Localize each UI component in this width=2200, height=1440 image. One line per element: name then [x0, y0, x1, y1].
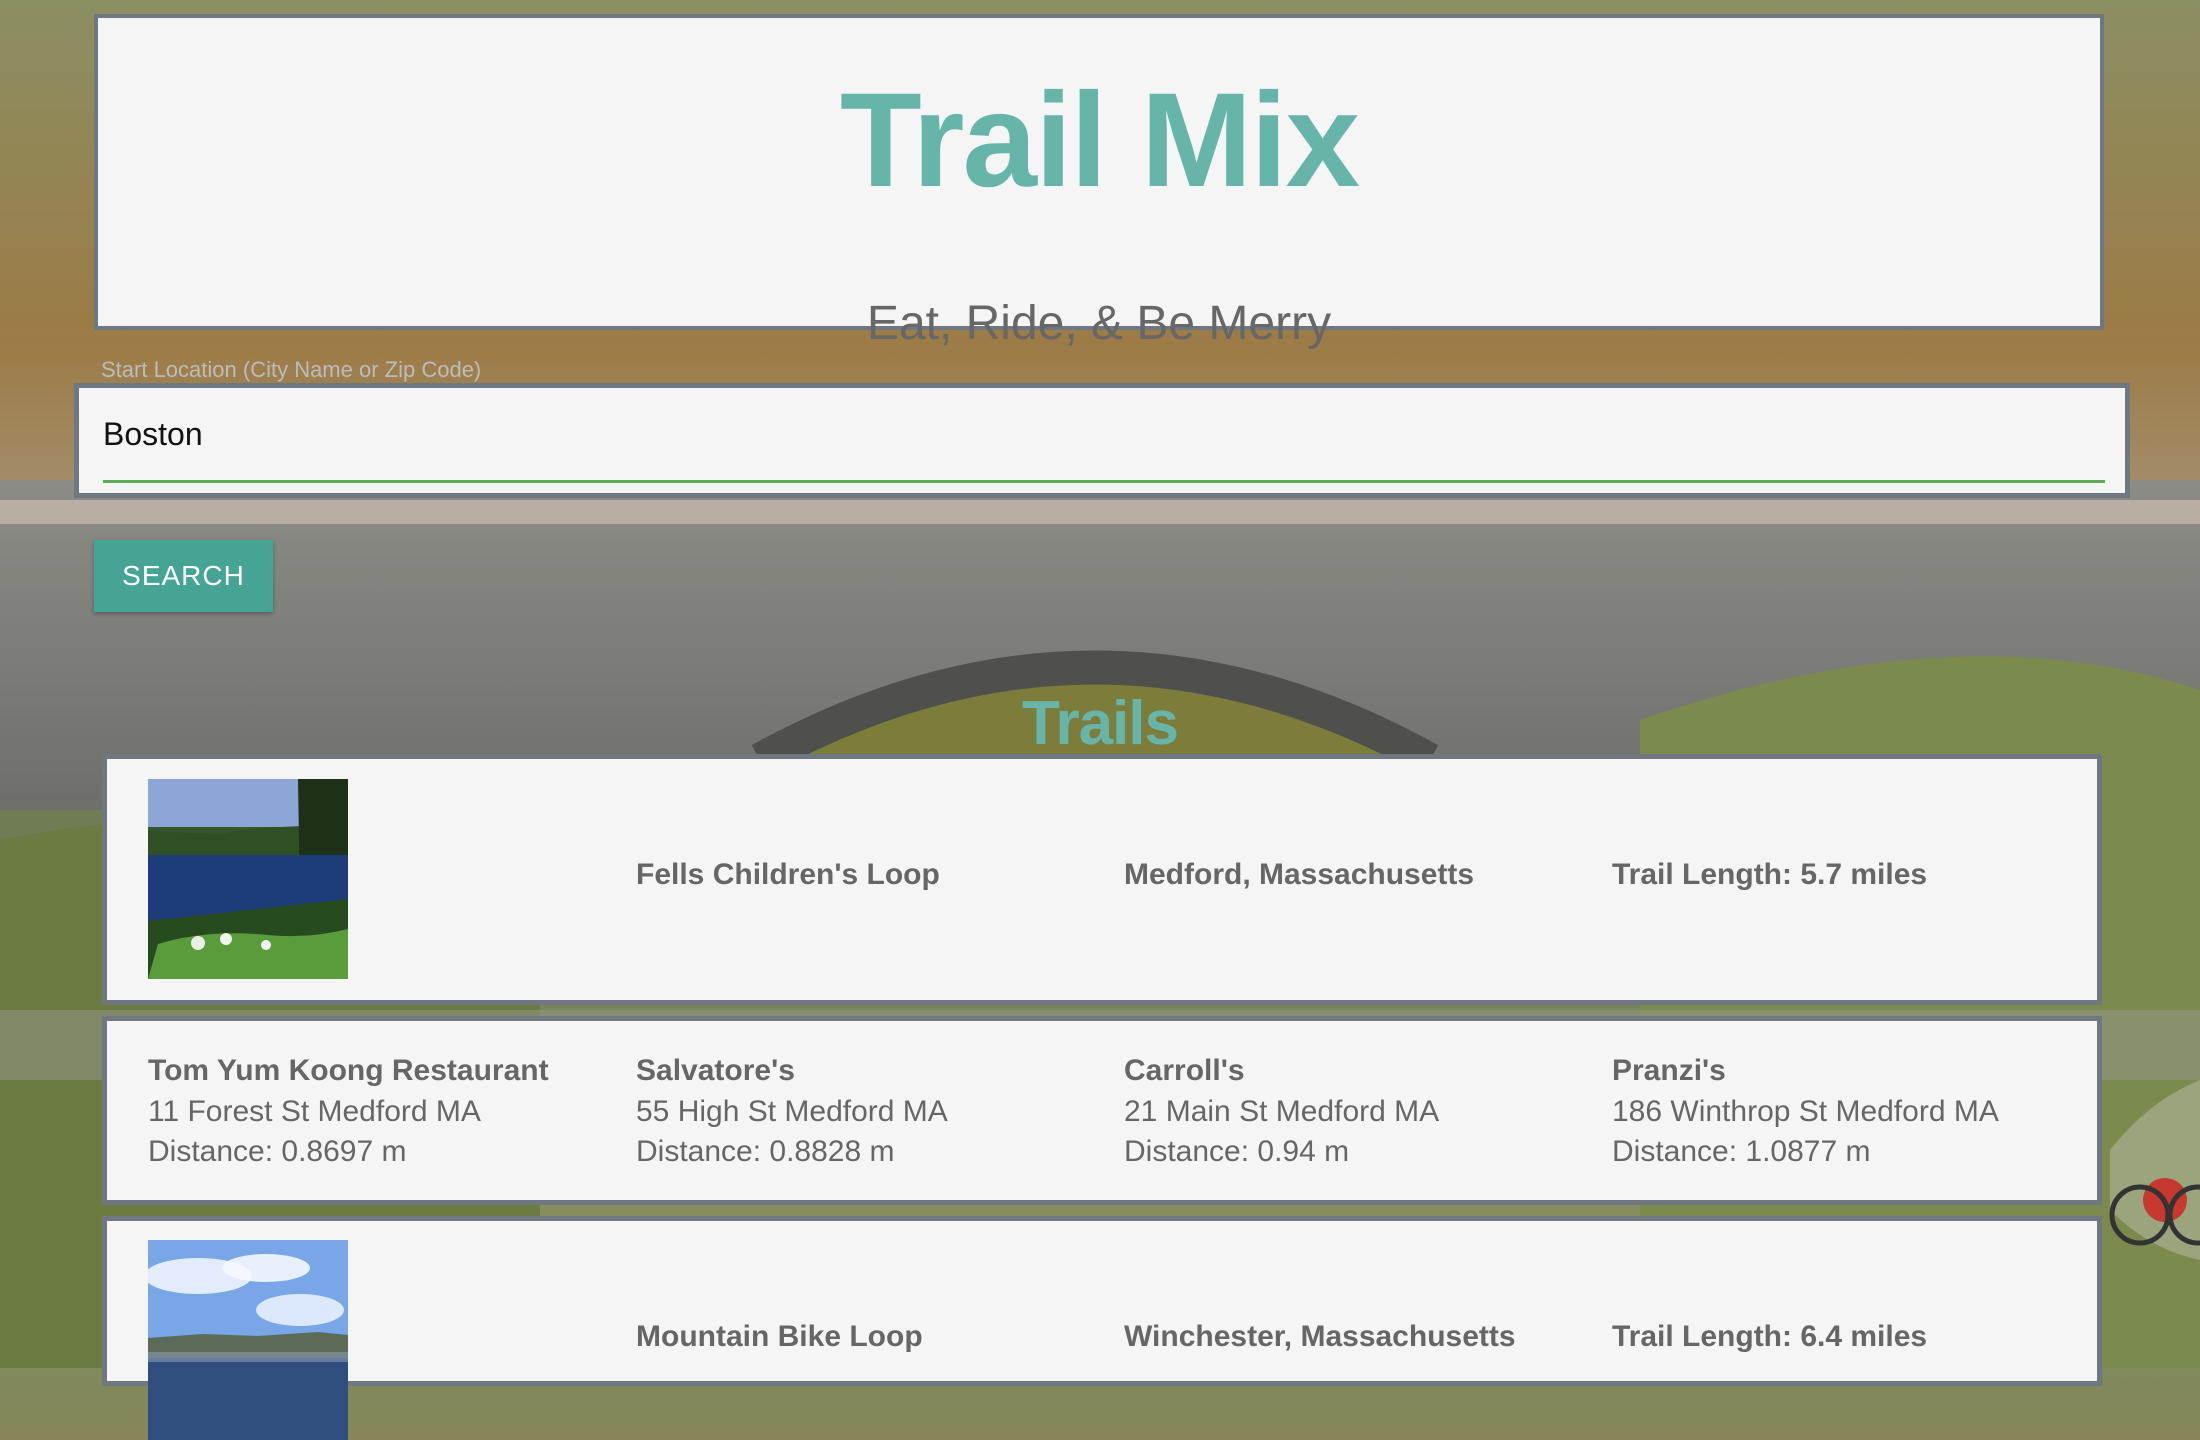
trails-section-title: Trails — [1022, 689, 1179, 759]
restaurant-name: Pranzi's — [1612, 1054, 1726, 1087]
trail-name: Fells Children's Loop — [636, 858, 940, 891]
trail-name: Mountain Bike Loop — [636, 1320, 923, 1353]
trail-card[interactable]: Fells Children's Loop Medford, Massachus… — [102, 754, 2102, 1005]
trail-photo — [148, 779, 348, 979]
restaurant-distance: Distance: 0.94 m — [1124, 1135, 1350, 1168]
restaurant-name: Tom Yum Koong Restaurant — [148, 1054, 549, 1087]
restaurant-address: 21 Main St Medford MA — [1124, 1094, 1440, 1128]
trail-location: Medford, Massachusetts — [1124, 858, 1475, 891]
restaurant-address: 55 High St Medford MA — [636, 1094, 948, 1128]
restaurant-list: Tom Yum Koong Restaurant 11 Forest St Me… — [102, 1016, 2102, 1205]
trail-photo — [148, 1240, 348, 1440]
restaurant-name: Carroll's — [1124, 1054, 1245, 1087]
app-subtitle: Eat, Ride, & Be Merry — [866, 296, 1332, 350]
trail-card[interactable]: Mountain Bike Loop Winchester, Massachus… — [102, 1216, 2102, 1440]
restaurant-distance: Distance: 1.0877 m — [1612, 1135, 1871, 1168]
start-location-label: Start Location (City Name or Zip Code) — [101, 357, 482, 382]
start-location-input[interactable] — [103, 388, 2105, 483]
restaurant-item[interactable]: Pranzi's 186 Winthrop St Medford MA Dist… — [1612, 1051, 1999, 1173]
restaurant-address: 186 Winthrop St Medford MA — [1612, 1094, 1999, 1128]
search-button[interactable]: SEARCH — [94, 540, 273, 612]
restaurant-address: 11 Forest St Medford MA — [148, 1094, 481, 1128]
restaurant-item[interactable]: Salvatore's 55 High St Medford MA Distan… — [636, 1051, 948, 1173]
app-header: Trail Mix Eat, Ride, & Be Merry — [94, 14, 2104, 350]
trail-length: Trail Length: 6.4 miles — [1612, 1320, 1928, 1353]
restaurant-name: Salvatore's — [636, 1054, 795, 1087]
restaurant-item[interactable]: Carroll's 21 Main St Medford MA Distance… — [1124, 1051, 1439, 1173]
trail-length: Trail Length: 5.7 miles — [1612, 858, 1928, 891]
restaurant-distance: Distance: 0.8697 m — [148, 1135, 407, 1168]
app-title: Trail Mix — [839, 66, 1360, 215]
restaurant-item[interactable]: Tom Yum Koong Restaurant 11 Forest St Me… — [148, 1051, 549, 1173]
start-location-field — [74, 383, 2130, 498]
trail-location: Winchester, Massachusetts — [1124, 1320, 1516, 1353]
restaurant-distance: Distance: 0.8828 m — [636, 1135, 895, 1168]
